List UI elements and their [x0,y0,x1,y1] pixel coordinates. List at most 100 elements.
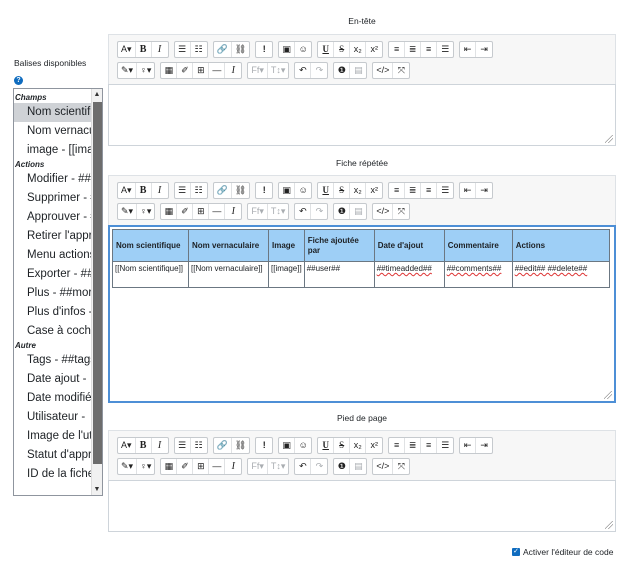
clear-format-icon[interactable]: I [225,459,241,474]
tag-option[interactable]: Supprimer - ##delete## [14,189,94,208]
tag-option[interactable]: Nom scientifique [14,103,94,122]
brush-icon[interactable]: ♀▾ [137,204,154,219]
header-editor-content[interactable] [108,84,616,146]
resize-handle-icon[interactable] [605,135,613,143]
font-size-icon[interactable]: T↕▾ [268,459,289,474]
ordered-list-icon[interactable]: ☷ [191,183,207,198]
emoji-warning-icon[interactable]: ! [256,42,272,57]
align-left-icon[interactable]: ≡ [389,183,406,198]
emoji-warning-icon[interactable]: ! [256,438,272,453]
align-right-icon[interactable]: ≡ [421,183,438,198]
emoticon-icon[interactable]: ☺ [295,438,311,453]
emoticon-icon[interactable]: ☺ [295,42,311,57]
unlink-icon[interactable]: ⛓ [232,42,249,57]
emoticon-icon[interactable]: ☺ [295,183,311,198]
screenreader-icon[interactable]: ▤ [350,204,366,219]
clear-format-icon[interactable]: I [225,63,241,78]
accessibility-icon[interactable]: ❶ [334,204,351,219]
table-cell[interactable]: [[Nom scientifique]] [112,261,189,288]
code-editor-toggle[interactable]: ✓ Activer l'éditeur de code [512,547,613,557]
horizontal-rule-icon[interactable]: — [209,204,226,219]
strikethrough-icon[interactable]: S [334,183,351,198]
link-icon[interactable]: 🔗 [214,183,232,198]
highlight-icon[interactable]: ✎▾ [118,63,138,78]
tag-option[interactable]: Date modifiée [14,389,94,408]
tag-option[interactable]: Modifier - ##edit## [14,170,94,189]
font-size-icon[interactable]: T↕▾ [268,63,289,78]
bold-icon[interactable]: B [136,183,152,198]
highlight-icon[interactable]: ✎▾ [118,204,138,219]
table-cell[interactable]: ##timeadded## [373,261,445,288]
edit-icon[interactable]: ✐ [177,459,194,474]
tag-option[interactable]: Case à cocher [14,322,94,341]
scroll-down-arrow-icon[interactable]: ▼ [92,484,102,495]
edit-icon[interactable]: ✐ [177,63,194,78]
superscript-icon[interactable]: x² [366,183,382,198]
tag-option[interactable]: Plus d'infos - [14,303,94,322]
font-color-icon[interactable]: A▾ [118,42,136,57]
align-justify-icon[interactable]: ☰ [437,438,453,453]
tag-option[interactable]: Approuver - ##approve## [14,208,94,227]
tags-scrollbar[interactable]: ▲ ▼ [91,89,102,495]
font-family-icon[interactable]: Ff▾ [248,204,268,219]
resize-handle-icon[interactable] [604,391,612,399]
brush-icon[interactable]: ♀▾ [137,63,154,78]
highlight-icon[interactable]: ✎▾ [118,459,138,474]
outdent-icon[interactable]: ⇤ [460,42,477,57]
font-family-icon[interactable]: Ff▾ [248,459,268,474]
table-icon[interactable]: ⊞ [193,63,210,78]
outdent-icon[interactable]: ⇤ [460,183,477,198]
tag-option[interactable]: Date ajout - [14,370,94,389]
redo-icon[interactable]: ↷ [311,459,327,474]
strikethrough-icon[interactable]: S [334,438,351,453]
font-size-icon[interactable]: T↕▾ [268,204,289,219]
align-justify-icon[interactable]: ☰ [437,183,453,198]
table-cell[interactable]: [[Nom vernaculaire]] [188,261,269,288]
table-cell[interactable]: ##comments## [443,261,513,288]
footer-editor-content[interactable] [108,480,616,532]
tag-option[interactable]: ID de la fiche [14,465,94,484]
table-cell[interactable]: [[image]] [268,261,305,288]
undo-icon[interactable]: ↶ [295,63,312,78]
strikethrough-icon[interactable]: S [334,42,351,57]
accessibility-icon[interactable]: ❶ [334,63,351,78]
ordered-list-icon[interactable]: ☷ [191,42,207,57]
unordered-list-icon[interactable]: ☰ [175,438,191,453]
align-center-icon[interactable]: ≣ [405,42,422,57]
tag-option[interactable]: Retirer l'approbation [14,227,94,246]
tag-option[interactable]: Nom vernaculaire [14,122,94,141]
subscript-icon[interactable]: x₂ [350,42,367,57]
unordered-list-icon[interactable]: ☰ [175,42,191,57]
unordered-list-icon[interactable]: ☰ [175,183,191,198]
screenreader-icon[interactable]: ▤ [350,63,366,78]
redo-icon[interactable]: ↷ [311,63,327,78]
resize-handle-icon[interactable] [605,521,613,529]
align-center-icon[interactable]: ≣ [405,183,422,198]
align-left-icon[interactable]: ≡ [389,438,406,453]
tag-option[interactable]: Menu actions [14,246,94,265]
html-icon[interactable]: </> [373,459,394,474]
align-justify-icon[interactable]: ☰ [437,42,453,57]
tag-option[interactable]: Exporter - ##export## [14,265,94,284]
superscript-icon[interactable]: x² [366,438,382,453]
redo-icon[interactable]: ↷ [311,204,327,219]
tag-option[interactable]: Tags - ##tags## [14,351,94,370]
unlink-icon[interactable]: ⛓ [232,183,249,198]
undo-icon[interactable]: ↶ [295,204,312,219]
subscript-icon[interactable]: x₂ [350,183,367,198]
tag-option[interactable]: image - [[image]] [14,141,94,160]
screenreader-icon[interactable]: ▤ [350,459,366,474]
image-icon[interactable]: ▣ [279,183,296,198]
unlink-icon[interactable]: ⛓ [232,438,249,453]
undo-icon[interactable]: ↶ [295,459,312,474]
fullscreen-icon[interactable]: ⤧ [393,63,409,78]
ordered-list-icon[interactable]: ☷ [191,438,207,453]
brush-icon[interactable]: ♀▾ [137,459,154,474]
italic-icon[interactable]: I [152,42,168,57]
underline-icon[interactable]: U [318,183,335,198]
align-center-icon[interactable]: ≣ [405,438,422,453]
underline-icon[interactable]: U [318,438,335,453]
table-icon[interactable]: ⊞ [193,459,210,474]
outdent-icon[interactable]: ⇤ [460,438,477,453]
indent-icon[interactable]: ⇥ [476,183,492,198]
